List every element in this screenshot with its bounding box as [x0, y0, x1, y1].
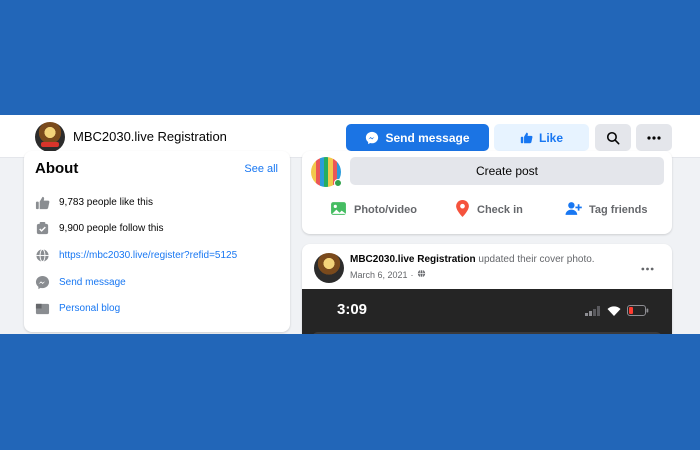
thumbs-up-icon — [520, 131, 533, 144]
about-follows-text: 9,900 people follow this — [59, 223, 164, 234]
about-category-row: Personal blog — [35, 301, 120, 316]
about-title: About — [35, 160, 79, 177]
search-button[interactable] — [595, 124, 631, 151]
photo-icon — [330, 200, 347, 220]
more-options-button[interactable] — [636, 124, 672, 151]
public-globe-icon — [417, 269, 426, 280]
more-dots-icon — [647, 135, 661, 140]
like-label: Like — [538, 130, 563, 145]
page-title[interactable]: MBC2030.live Registration — [73, 129, 227, 144]
messenger-icon — [365, 131, 379, 145]
photo-video-label: Photo/video — [354, 204, 417, 216]
see-all-link[interactable]: See all — [244, 163, 278, 175]
battery-icon — [627, 303, 649, 321]
check-in-button[interactable]: Check in — [455, 200, 523, 220]
post-composer-card: Create post Photo/video Check in Tag fri… — [302, 151, 672, 234]
about-likes-row: 9,783 people like this — [35, 195, 153, 210]
post-card: MBC2030.live Registration updated their … — [302, 244, 672, 334]
about-follows-row: 9,900 people follow this — [35, 221, 164, 236]
about-send-message-link[interactable]: Send message — [59, 277, 126, 288]
about-card: About See all 9,783 people like this 9,9… — [24, 151, 290, 332]
post-action-text: updated their cover photo. — [478, 254, 595, 265]
location-pin-icon — [455, 200, 470, 220]
post-author-avatar[interactable] — [314, 253, 344, 283]
cover-photo-image[interactable]: 3:09 — [302, 289, 672, 334]
signal-icon — [585, 303, 601, 321]
facebook-page-view: MBC2030.live Registration Send message L… — [0, 115, 700, 334]
tag-friends-button[interactable]: Tag friends — [565, 200, 647, 220]
more-dots-icon — [641, 267, 654, 271]
page-avatar[interactable] — [35, 122, 65, 152]
post-date[interactable]: March 6, 2021 — [350, 270, 408, 280]
meta-separator: · — [410, 269, 414, 280]
tag-friends-label: Tag friends — [589, 204, 648, 216]
about-likes-text: 9,783 people like this — [59, 197, 153, 208]
check-in-label: Check in — [477, 204, 523, 216]
about-website-row: https://mbc2030.live/register?refid=5125 — [35, 248, 237, 263]
website-link[interactable]: https://mbc2030.live/register?refid=5125 — [59, 250, 237, 261]
thumbs-up-icon — [35, 195, 50, 210]
messenger-icon — [35, 275, 50, 290]
post-more-options-button[interactable] — [641, 258, 654, 274]
tag-friends-icon — [565, 200, 582, 220]
cover-content-strip — [312, 332, 662, 334]
category-link[interactable]: Personal blog — [59, 303, 120, 314]
create-post-button[interactable]: Create post — [350, 157, 664, 185]
search-icon — [606, 131, 620, 145]
globe-icon — [35, 248, 50, 263]
blog-icon — [35, 301, 50, 316]
post-meta: March 6, 2021 · — [350, 269, 426, 280]
send-message-label: Send message — [385, 130, 470, 145]
like-button[interactable]: Like — [494, 124, 589, 151]
post-author-line: MBC2030.live Registration updated their … — [350, 254, 595, 265]
cover-phone-time: 3:09 — [337, 301, 368, 318]
wifi-icon — [607, 303, 621, 321]
post-author-name[interactable]: MBC2030.live Registration — [350, 254, 476, 265]
follow-icon — [35, 221, 50, 236]
send-message-button[interactable]: Send message — [346, 124, 489, 151]
photo-video-button[interactable]: Photo/video — [330, 200, 417, 220]
online-status-dot — [334, 179, 342, 187]
about-message-row: Send message — [35, 275, 126, 290]
phone-status-icons — [585, 303, 649, 321]
